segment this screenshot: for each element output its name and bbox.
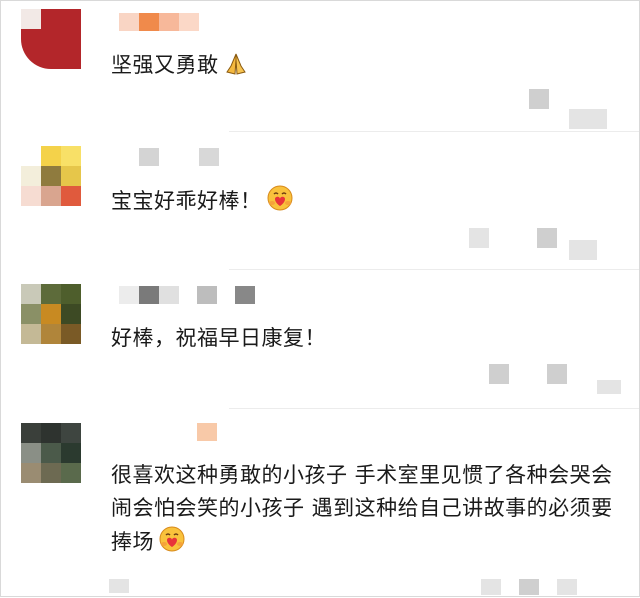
comment-icon[interactable]: [547, 364, 567, 384]
comment-body: 宝宝好乖好棒！: [111, 189, 262, 213]
reply-actions: [597, 380, 621, 394]
comment-actions: [469, 228, 557, 248]
username-blurred[interactable]: [139, 148, 219, 166]
heart-hug-face-icon: [158, 525, 186, 563]
username-blurred[interactable]: [119, 286, 255, 304]
reply-actions: [481, 579, 577, 595]
comment-actions: [529, 89, 549, 109]
comment-body: 好棒，祝福早日康复！: [111, 326, 326, 350]
share-icon[interactable]: [557, 579, 577, 595]
reply-icon[interactable]: [569, 109, 607, 129]
reply-icon[interactable]: [569, 240, 597, 260]
comment-item: 宝宝好乖好棒！: [1, 132, 639, 270]
comment-body: 很喜欢这种勇敢的小孩子 手术室里见惯了各种会哭会闹会怕会笑的小孩子 遇到这种给自…: [111, 463, 613, 554]
comment-text: 好棒，祝福早日康复！: [111, 322, 621, 355]
avatar[interactable]: [21, 146, 81, 206]
heart-hug-face-icon: [266, 184, 294, 222]
like-icon[interactable]: [529, 89, 549, 109]
reply-icon[interactable]: [519, 579, 539, 595]
comment-item: 坚强又勇敢: [1, 1, 639, 132]
pray-icon: [223, 52, 249, 86]
comment-actions: [109, 579, 129, 593]
comment-text: 坚强又勇敢: [111, 49, 621, 86]
avatar[interactable]: [21, 284, 81, 344]
like-icon[interactable]: [109, 579, 129, 593]
username-blurred[interactable]: [197, 423, 217, 441]
comment-icon[interactable]: [481, 579, 501, 595]
comment-text: 宝宝好乖好棒！: [111, 184, 621, 222]
avatar[interactable]: [21, 9, 81, 69]
reply-icon[interactable]: [597, 380, 621, 394]
comment-item: 好棒，祝福早日康复！: [1, 270, 639, 409]
reply-actions: [569, 109, 607, 129]
comment-actions: [489, 364, 567, 384]
comment-icon[interactable]: [537, 228, 557, 248]
like-icon[interactable]: [489, 364, 509, 384]
comment-text: 很喜欢这种勇敢的小孩子 手术室里见惯了各种会哭会闹会怕会笑的小孩子 遇到这种给自…: [111, 459, 621, 563]
comment-body: 坚强又勇敢: [111, 53, 219, 77]
comment-item: 很喜欢这种勇敢的小孩子 手术室里见惯了各种会哭会闹会怕会笑的小孩子 遇到这种给自…: [1, 409, 639, 598]
avatar[interactable]: [21, 423, 81, 483]
like-icon[interactable]: [469, 228, 489, 248]
reply-actions: [569, 240, 597, 260]
username-blurred[interactable]: [119, 13, 199, 31]
